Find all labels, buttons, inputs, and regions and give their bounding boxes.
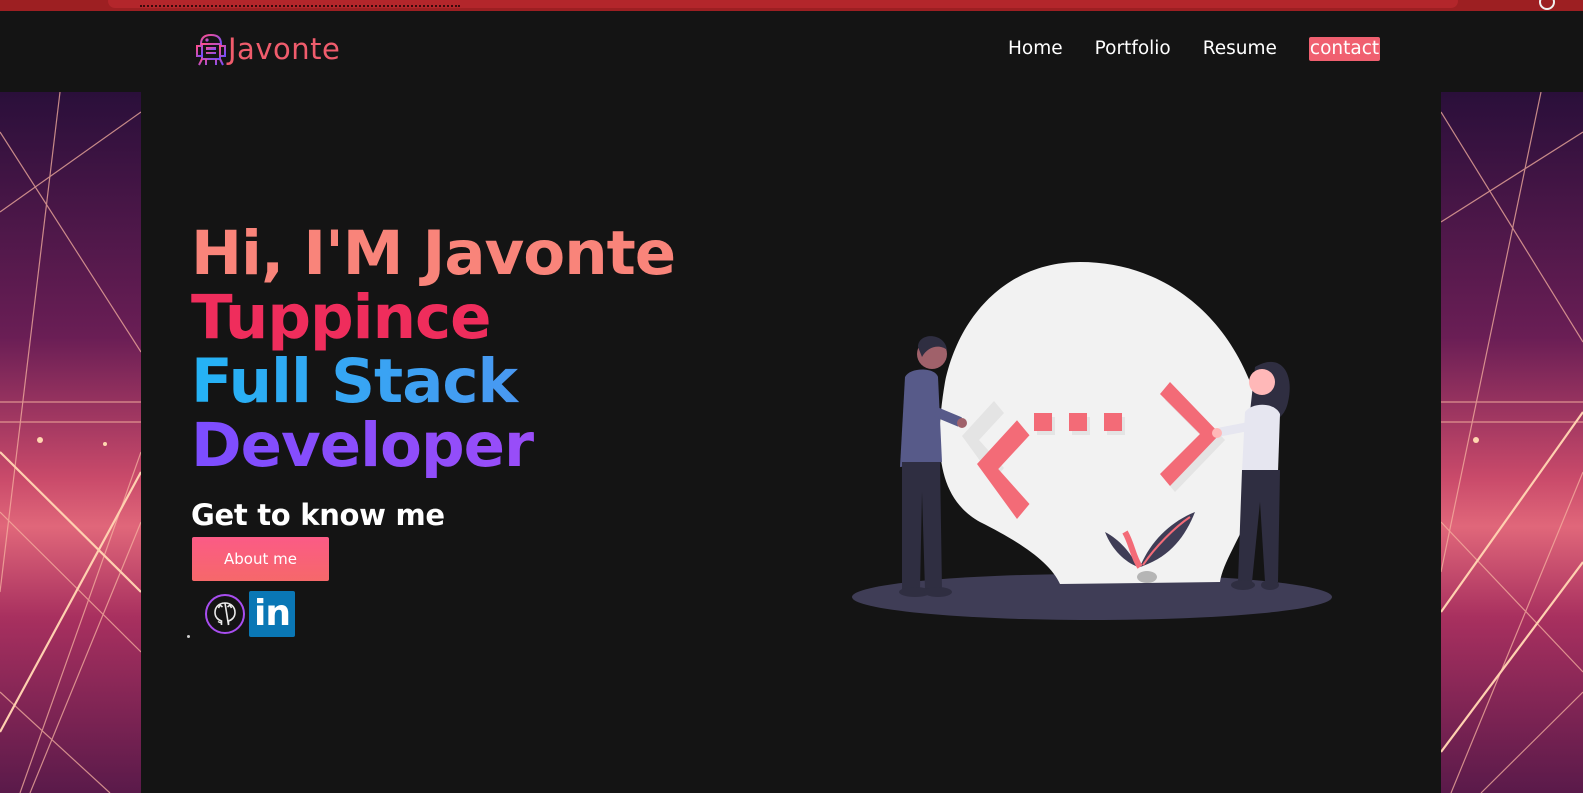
browser-top-strip [0,0,1583,11]
abstract-lines-left [0,92,141,793]
background-decoration-right [1441,92,1583,793]
abstract-lines-right [1441,92,1583,793]
hero-role-line1: Full Stack [191,350,675,414]
hero-heading: Hi, I'M Javonte Tuppince Full Stack Deve… [191,218,676,478]
nav-home[interactable]: Home [1008,37,1063,61]
get-to-know-heading: Get to know me [191,498,445,532]
globe-icon[interactable] [1539,0,1555,10]
hero-greeting: Hi, I'M Javonte [191,218,676,289]
navbar: Javonte Home Portfolio Resume contact [0,11,1583,92]
github-icon [214,602,236,626]
robot-icon [196,33,226,66]
hero-surname: Tuppince [191,282,492,353]
developers-illustration [852,262,1332,620]
social-links: in [205,591,295,637]
about-me-button[interactable]: About me [192,537,329,581]
main-nav: Home Portfolio Resume contact [1008,37,1381,61]
github-link[interactable] [205,594,245,634]
background-decoration-left [0,92,141,793]
nav-contact[interactable]: contact [1308,37,1381,61]
brand-name: Javonte [228,32,341,66]
logo[interactable]: Javonte [194,31,340,67]
linkedin-icon: in [254,593,291,634]
linkedin-link[interactable]: in [249,591,295,637]
hero-role-line2: Developer [191,414,675,478]
list-bullet [187,635,190,638]
nav-portfolio[interactable]: Portfolio [1095,37,1171,61]
nav-resume[interactable]: Resume [1203,37,1277,61]
top-strip-dots [140,0,460,7]
